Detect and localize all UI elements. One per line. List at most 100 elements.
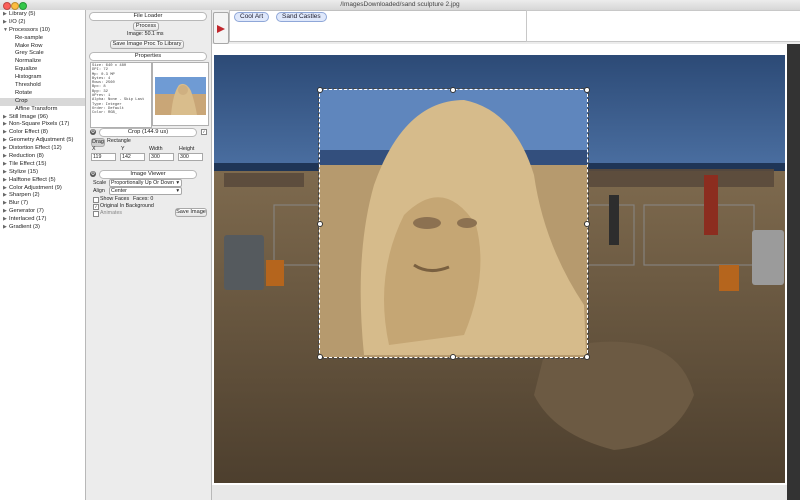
window-title: /ImagesDownloaded/sand sculpture 2.jpg — [340, 1, 460, 8]
sidebar-item[interactable]: ▶ Gradient (3) — [0, 224, 85, 232]
crop-height-label: Height — [179, 146, 195, 152]
sidebar-item[interactable]: Crop — [0, 97, 85, 106]
sidebar-item-label: Stylize (15) — [9, 168, 38, 175]
sidebar-item[interactable]: ▶ Generator (7) — [0, 208, 85, 216]
align-select[interactable]: Center ▾ — [109, 187, 182, 195]
tag-sand-castles[interactable]: Sand Castles — [276, 12, 327, 22]
crop-handle[interactable] — [584, 354, 590, 360]
scale-label: Scale — [93, 180, 107, 186]
info-panel — [526, 10, 800, 42]
crop-section: ⚙ Crop (144.9 us) ✓ Drag Rectangle X Y W… — [89, 128, 207, 168]
sidebar-item[interactable]: Make Row — [0, 43, 85, 51]
sidebar-item[interactable]: ▶ Halftone Effect (5) — [0, 177, 85, 185]
properties-text: Size: 640 x 480 DPI: 72 Mp: 0.3 MP Bytes: 4… — [90, 62, 152, 128]
crop-handle[interactable] — [450, 87, 456, 93]
sidebar-item[interactable]: ▶ Library (5) — [0, 11, 85, 19]
background-window-edge — [787, 44, 800, 500]
crop-y-field[interactable]: 142 — [120, 153, 145, 161]
crop-title: Crop — [127, 129, 141, 135]
crop-x-label: X — [92, 146, 96, 152]
sidebar-item[interactable]: ▶ Stylize (15) — [0, 169, 85, 177]
sidebar-item-label: Reduction (8) — [9, 153, 44, 160]
flag-button[interactable] — [213, 12, 229, 44]
sidebar-item[interactable]: ▼Processors (10) — [0, 27, 85, 35]
sidebar-item-label: Interlaced (17) — [9, 216, 47, 223]
crop-y-label: Y — [121, 146, 125, 152]
sidebar-item-label: Rotate — [15, 89, 33, 96]
sidebar-item[interactable]: ▶ I/O (2) — [0, 19, 85, 27]
crop-x-field[interactable]: 119 — [91, 153, 116, 161]
sidebar-item[interactable]: Affine Transform — [0, 106, 85, 114]
sidebar-item[interactable]: Re-sample — [0, 35, 85, 43]
property-line: Color: RGB_ — [92, 111, 118, 116]
sidebar-item-label: Processors (10) — [9, 26, 50, 33]
sidebar-item[interactable]: ▶ Interlaced (17) — [0, 216, 85, 224]
image-viewer-section: ⚙ Image Viewer Scale Proportionally Up O… — [89, 170, 207, 220]
sidebar-item[interactable]: ▶ Geometry Adjustment (5) — [0, 137, 85, 145]
sidebar-item-label: Affine Transform — [15, 105, 58, 112]
sidebar-item-label: Blur (7) — [9, 200, 29, 207]
sidebar-item-label: Histogram — [15, 74, 42, 81]
crop-selection[interactable] — [318, 88, 589, 359]
align-label: Align — [93, 188, 105, 194]
sidebar-item[interactable]: ▶ Non-Square Pixels (17) — [0, 121, 85, 129]
faces-count: Faces: 0 — [133, 196, 154, 202]
crop-handle[interactable] — [317, 221, 323, 227]
save-image-button[interactable]: Save Image — [175, 208, 207, 217]
original-in-background-checkbox[interactable]: ✓ — [93, 204, 99, 210]
photo-view[interactable] — [214, 55, 785, 483]
gear-icon[interactable]: ⚙ — [90, 129, 96, 135]
crop-time: (144.9 us) — [142, 129, 169, 135]
scale-select-value: Proportionally Up Or Down — [111, 180, 174, 186]
sidebar-item-label: Generator (7) — [9, 208, 44, 215]
crop-rectangle-mode[interactable]: Rectangle — [107, 138, 131, 144]
sidebar-item[interactable]: ▶ Tile Effect (15) — [0, 161, 85, 169]
crop-handle[interactable] — [450, 354, 456, 360]
tag-toolbar: Cool Art Sand Castles — [212, 10, 800, 44]
show-faces-label: Show Faces — [100, 196, 130, 202]
sidebar-item[interactable]: ▶ Color Adjustment (9) — [0, 185, 85, 193]
sidebar-item[interactable]: ▶ Blur (7) — [0, 200, 85, 208]
crop-enabled-checkbox[interactable]: ✓ — [201, 129, 207, 135]
animates-checkbox[interactable] — [93, 211, 99, 217]
sidebar-item-label: Library (5) — [9, 11, 36, 17]
crop-handle[interactable] — [584, 221, 590, 227]
sidebar-item[interactable]: Histogram — [0, 74, 85, 82]
sidebar-item[interactable]: ▶ Color Effect (8) — [0, 129, 85, 137]
process-button[interactable]: Process — [133, 22, 159, 31]
sidebar-item[interactable]: ▶ Still Image (96) — [0, 114, 85, 122]
scale-select[interactable]: Proportionally Up Or Down ▾ — [109, 179, 182, 187]
sidebar-item[interactable]: ▶ Reduction (8) — [0, 153, 85, 161]
tag-cool-art[interactable]: Cool Art — [234, 12, 270, 22]
sidebar-item-label: Threshold — [15, 82, 41, 89]
sidebar-item-label: Color Adjustment (9) — [9, 184, 62, 191]
crop-handle[interactable] — [584, 87, 590, 93]
sidebar-item-label: Make Row — [15, 42, 43, 49]
sidebar-item-label: Non-Square Pixels (17) — [9, 121, 70, 128]
sidebar-item[interactable]: Threshold — [0, 82, 85, 90]
sidebar-item[interactable]: ▶ Distortion Effect (12) — [0, 145, 85, 153]
sidebar-item-label: Halftone Effect (5) — [9, 176, 56, 183]
sidebar-item-label: Sharpen (2) — [9, 192, 40, 199]
crop-width-field[interactable]: 300 — [149, 153, 174, 161]
crop-handle[interactable] — [317, 87, 323, 93]
show-faces-checkbox[interactable] — [93, 197, 99, 203]
sidebar-item[interactable]: Normalize — [0, 58, 85, 66]
save-image-proc-button[interactable]: Save Image Proc To Library — [110, 40, 184, 49]
flag-icon — [217, 25, 225, 33]
sidebar-item[interactable]: Rotate — [0, 90, 85, 98]
processor-tree: ▶ Library (5) ▶ I/O (2) ▼Processors (10) Re-s… — [0, 10, 85, 232]
animates-label: Animates — [100, 210, 123, 216]
sidebar-item[interactable]: Equalize — [0, 66, 85, 74]
sidebar-item-label: Re-sample — [15, 34, 44, 41]
sidebar-item[interactable]: Grey Scale — [0, 50, 85, 58]
crop-handle[interactable] — [317, 354, 323, 360]
sidebar-item-label: Tile Effect (15) — [9, 160, 47, 167]
thumbnail-image — [155, 77, 206, 115]
crop-height-field[interactable]: 300 — [178, 153, 203, 161]
tags-field[interactable]: Cool Art Sand Castles — [229, 10, 527, 42]
align-select-value: Center — [111, 188, 127, 194]
gear-icon[interactable]: ⚙ — [90, 171, 96, 177]
chevron-down-icon: ▾ — [176, 188, 179, 194]
sidebar-item[interactable]: ▶ Sharpen (2) — [0, 192, 85, 200]
